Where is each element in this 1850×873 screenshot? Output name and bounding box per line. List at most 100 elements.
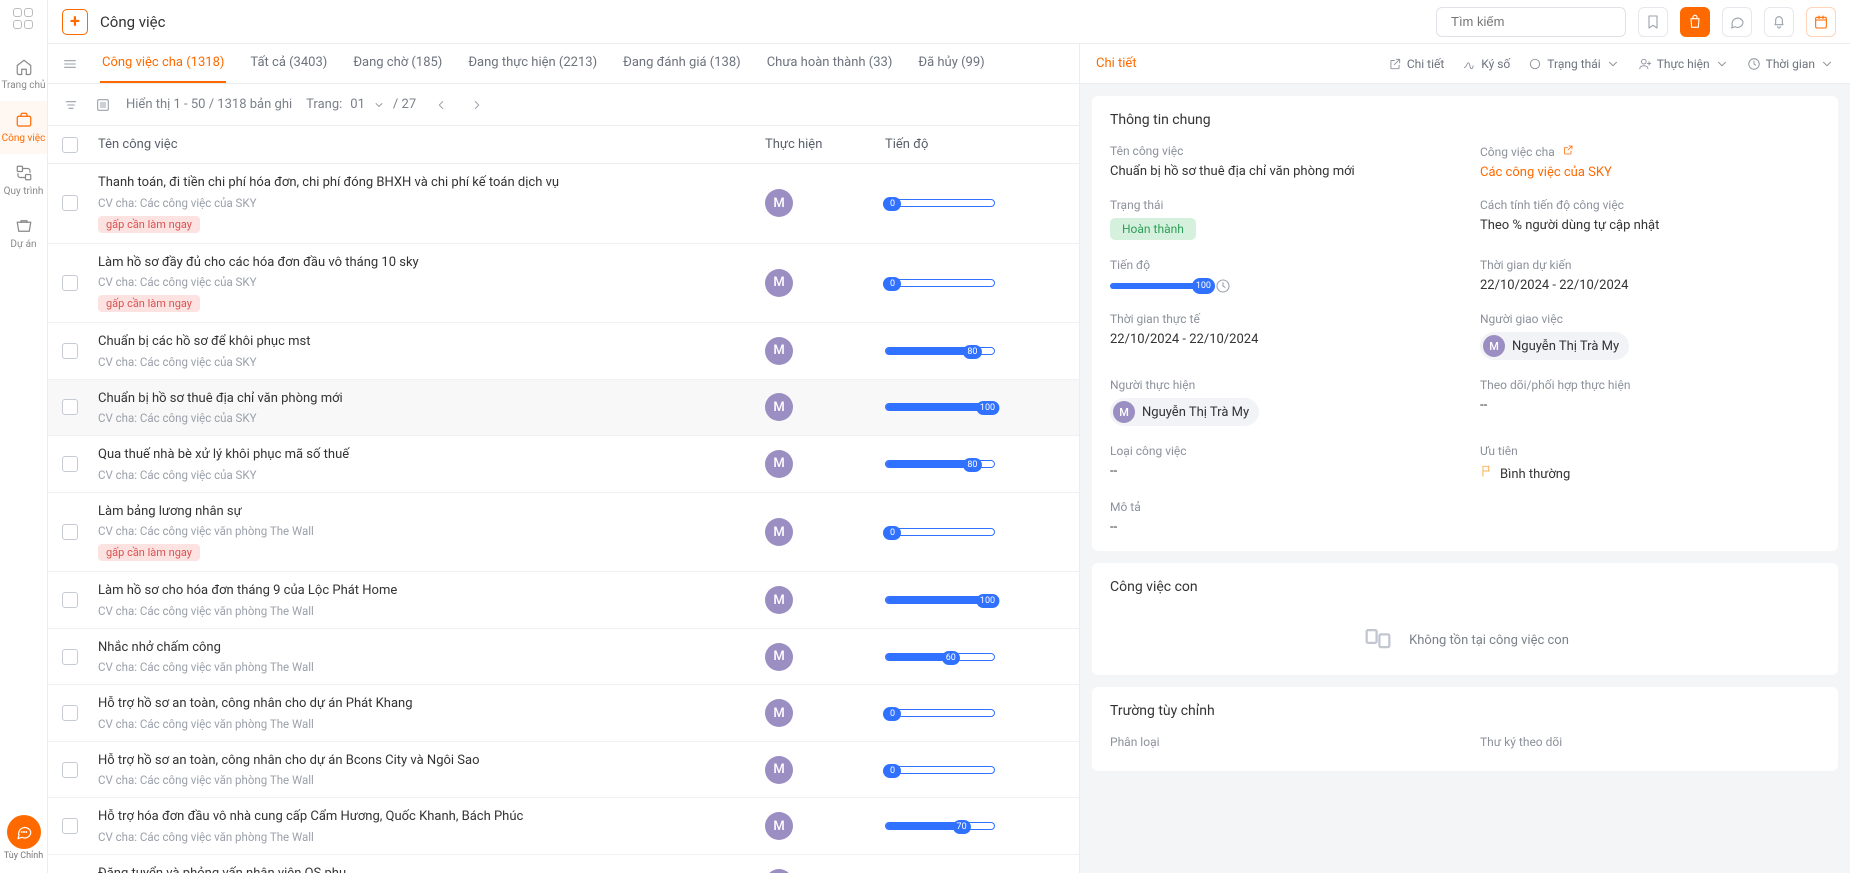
avatar: M [1483,335,1505,357]
avatar[interactable]: M [765,756,793,784]
filter-button[interactable] [62,96,80,114]
tab-doing[interactable]: Đang thực hiện (2213) [466,44,599,83]
label-tiendo: Tiến độ [1110,258,1450,272]
open-link-icon[interactable] [1562,144,1574,156]
table-row[interactable]: Hỗ trợ hồ sơ an toàn, công nhân cho dự á… [48,685,1079,742]
row-checkbox[interactable] [62,524,78,540]
dh-exec[interactable]: Thực hiện [1638,57,1729,71]
task-title: Hỗ trợ hồ sơ an toàn, công nhân cho dự á… [98,695,755,713]
page-current[interactable]: 01 [350,97,365,112]
row-checkbox[interactable] [62,592,78,608]
prev-page-button[interactable] [430,94,452,116]
progress-pct: 0 [883,707,901,721]
avatar[interactable]: M [765,812,793,840]
avatar[interactable]: M [765,643,793,671]
calendar-icon [1813,14,1829,30]
table-row[interactable]: Làm hồ sơ cho hóa đơn tháng 9 của Lộc Ph… [48,572,1079,629]
avatar[interactable]: M [765,269,793,297]
table-row[interactable]: Hỗ trợ hồ sơ an toàn, công nhân cho dự á… [48,742,1079,799]
bell-button[interactable] [1764,7,1794,37]
sidebar-item-tasks[interactable]: Công việc [0,101,47,154]
progress-pct: 60 [942,651,960,665]
add-button[interactable]: + [62,9,88,35]
row-checkbox[interactable] [62,456,78,472]
avatar[interactable]: M [765,189,793,217]
chevron-down-icon[interactable] [373,99,385,111]
tab-waiting[interactable]: Đang chờ (185) [351,44,444,83]
task-list-pane: Công việc cha (1318) Tất cả (3403) Đang … [48,44,1080,873]
next-page-button[interactable] [466,94,488,116]
table-row[interactable]: Nhắc nhở chấm côngCV cha: Các công việc … [48,629,1079,686]
bookmark-button[interactable] [1638,7,1668,37]
dh-status[interactable]: Trạng thái [1528,57,1619,71]
chip-nguoith[interactable]: M Nguyễn Thị Trà My [1110,398,1259,426]
table-row[interactable]: Hỗ trợ hóa đơn đầu vô nhà cung cấp Cẩm H… [48,798,1079,855]
signature-icon [1462,57,1476,71]
project-icon [15,217,33,235]
table-row[interactable]: Đăng tuyển và phỏng vấn nhân viên QS phụ… [48,855,1079,873]
dh-detail[interactable]: Chi tiết [1388,57,1444,71]
apps-grid-icon[interactable] [13,8,35,30]
tab-all[interactable]: Tất cả (3403) [248,44,329,83]
sidebar-item-project[interactable]: Dự án [0,207,47,260]
label-phanloai: Phân loại [1110,735,1450,749]
left-sidebar: Trang chủ Công việc Quy trình Dự án Tùy … [0,0,48,873]
avatar[interactable]: M [765,586,793,614]
chevron-left-icon [434,98,448,112]
row-checkbox[interactable] [62,399,78,415]
row-checkbox[interactable] [62,343,78,359]
val-cvcha[interactable]: Các công việc của SKY [1480,165,1820,180]
sidebar-item-process[interactable]: Quy trình [0,154,47,207]
row-checkbox[interactable] [62,705,78,721]
list-icon [95,97,111,113]
table-row[interactable]: Làm hồ sơ đầy đủ cho các hóa đơn đầu vô … [48,244,1079,324]
bag-button[interactable] [1680,7,1710,37]
sidebar-label-project: Dự án [10,239,36,250]
row-checkbox[interactable] [62,762,78,778]
row-checkbox[interactable] [62,195,78,211]
tab-review[interactable]: Đang đánh giá (138) [621,44,743,83]
sidebar-item-home[interactable]: Trang chủ [0,48,47,101]
tab-parent[interactable]: Công việc cha (1318) [100,44,226,83]
avatar[interactable]: M [765,450,793,478]
avatar[interactable]: M [765,869,793,873]
dh-time[interactable]: Thời gian [1747,57,1834,71]
avatar[interactable]: M [765,699,793,727]
val-tgtt: 22/10/2024 - 22/10/2024 [1110,332,1450,347]
tab-cancelled[interactable]: Đã hủy (99) [916,44,986,83]
task-title: Đăng tuyển và phỏng vấn nhân viên QS phụ [98,865,755,873]
val-mota: -- [1110,520,1820,535]
message-button[interactable] [1722,7,1752,37]
table-row[interactable]: Làm bảng lương nhân sựCV cha: Các công v… [48,493,1079,573]
tabs-bar: Công việc cha (1318) Tất cả (3403) Đang … [48,44,1079,84]
calendar-button[interactable] [1806,7,1836,37]
menu-icon[interactable] [62,56,78,72]
table-row[interactable]: Qua thuế nhà bè xử lý khôi phục mã số th… [48,436,1079,493]
dh-sign[interactable]: Ký số [1462,57,1510,71]
search-input[interactable] [1451,14,1627,29]
page-title: Công việc [100,13,165,31]
label-loai: Loại công việc [1110,444,1450,458]
row-checkbox[interactable] [62,649,78,665]
tab-incomplete[interactable]: Chưa hoàn thành (33) [765,44,895,83]
status-dot-icon [1528,57,1542,71]
table-row[interactable]: Chuẩn bị các hồ sơ để khôi phục mstCV ch… [48,323,1079,380]
search-box[interactable] [1436,7,1626,37]
task-title: Nhắc nhở chấm công [98,639,755,657]
chip-nguoigiao[interactable]: M Nguyễn Thị Trà My [1480,332,1629,360]
row-checkbox[interactable] [62,818,78,834]
customize-label[interactable]: Tùy Chỉnh [4,851,43,861]
list-view-button[interactable] [94,96,112,114]
progress-pct: 70 [953,820,971,834]
row-checkbox[interactable] [62,275,78,291]
select-all-checkbox[interactable] [62,137,78,153]
avatar[interactable]: M [765,518,793,546]
table-row[interactable]: Thanh toán, đi tiền chi phí hóa đơn, chi… [48,164,1079,244]
chat-button[interactable] [7,815,41,849]
history-icon[interactable] [1215,278,1231,294]
chevron-down-icon [1820,57,1834,71]
col-name-header: Tên công việc [98,137,765,152]
avatar[interactable]: M [765,393,793,421]
table-row[interactable]: Chuẩn bị hồ sơ thuê địa chỉ văn phòng mớ… [48,380,1079,437]
avatar[interactable]: M [765,337,793,365]
